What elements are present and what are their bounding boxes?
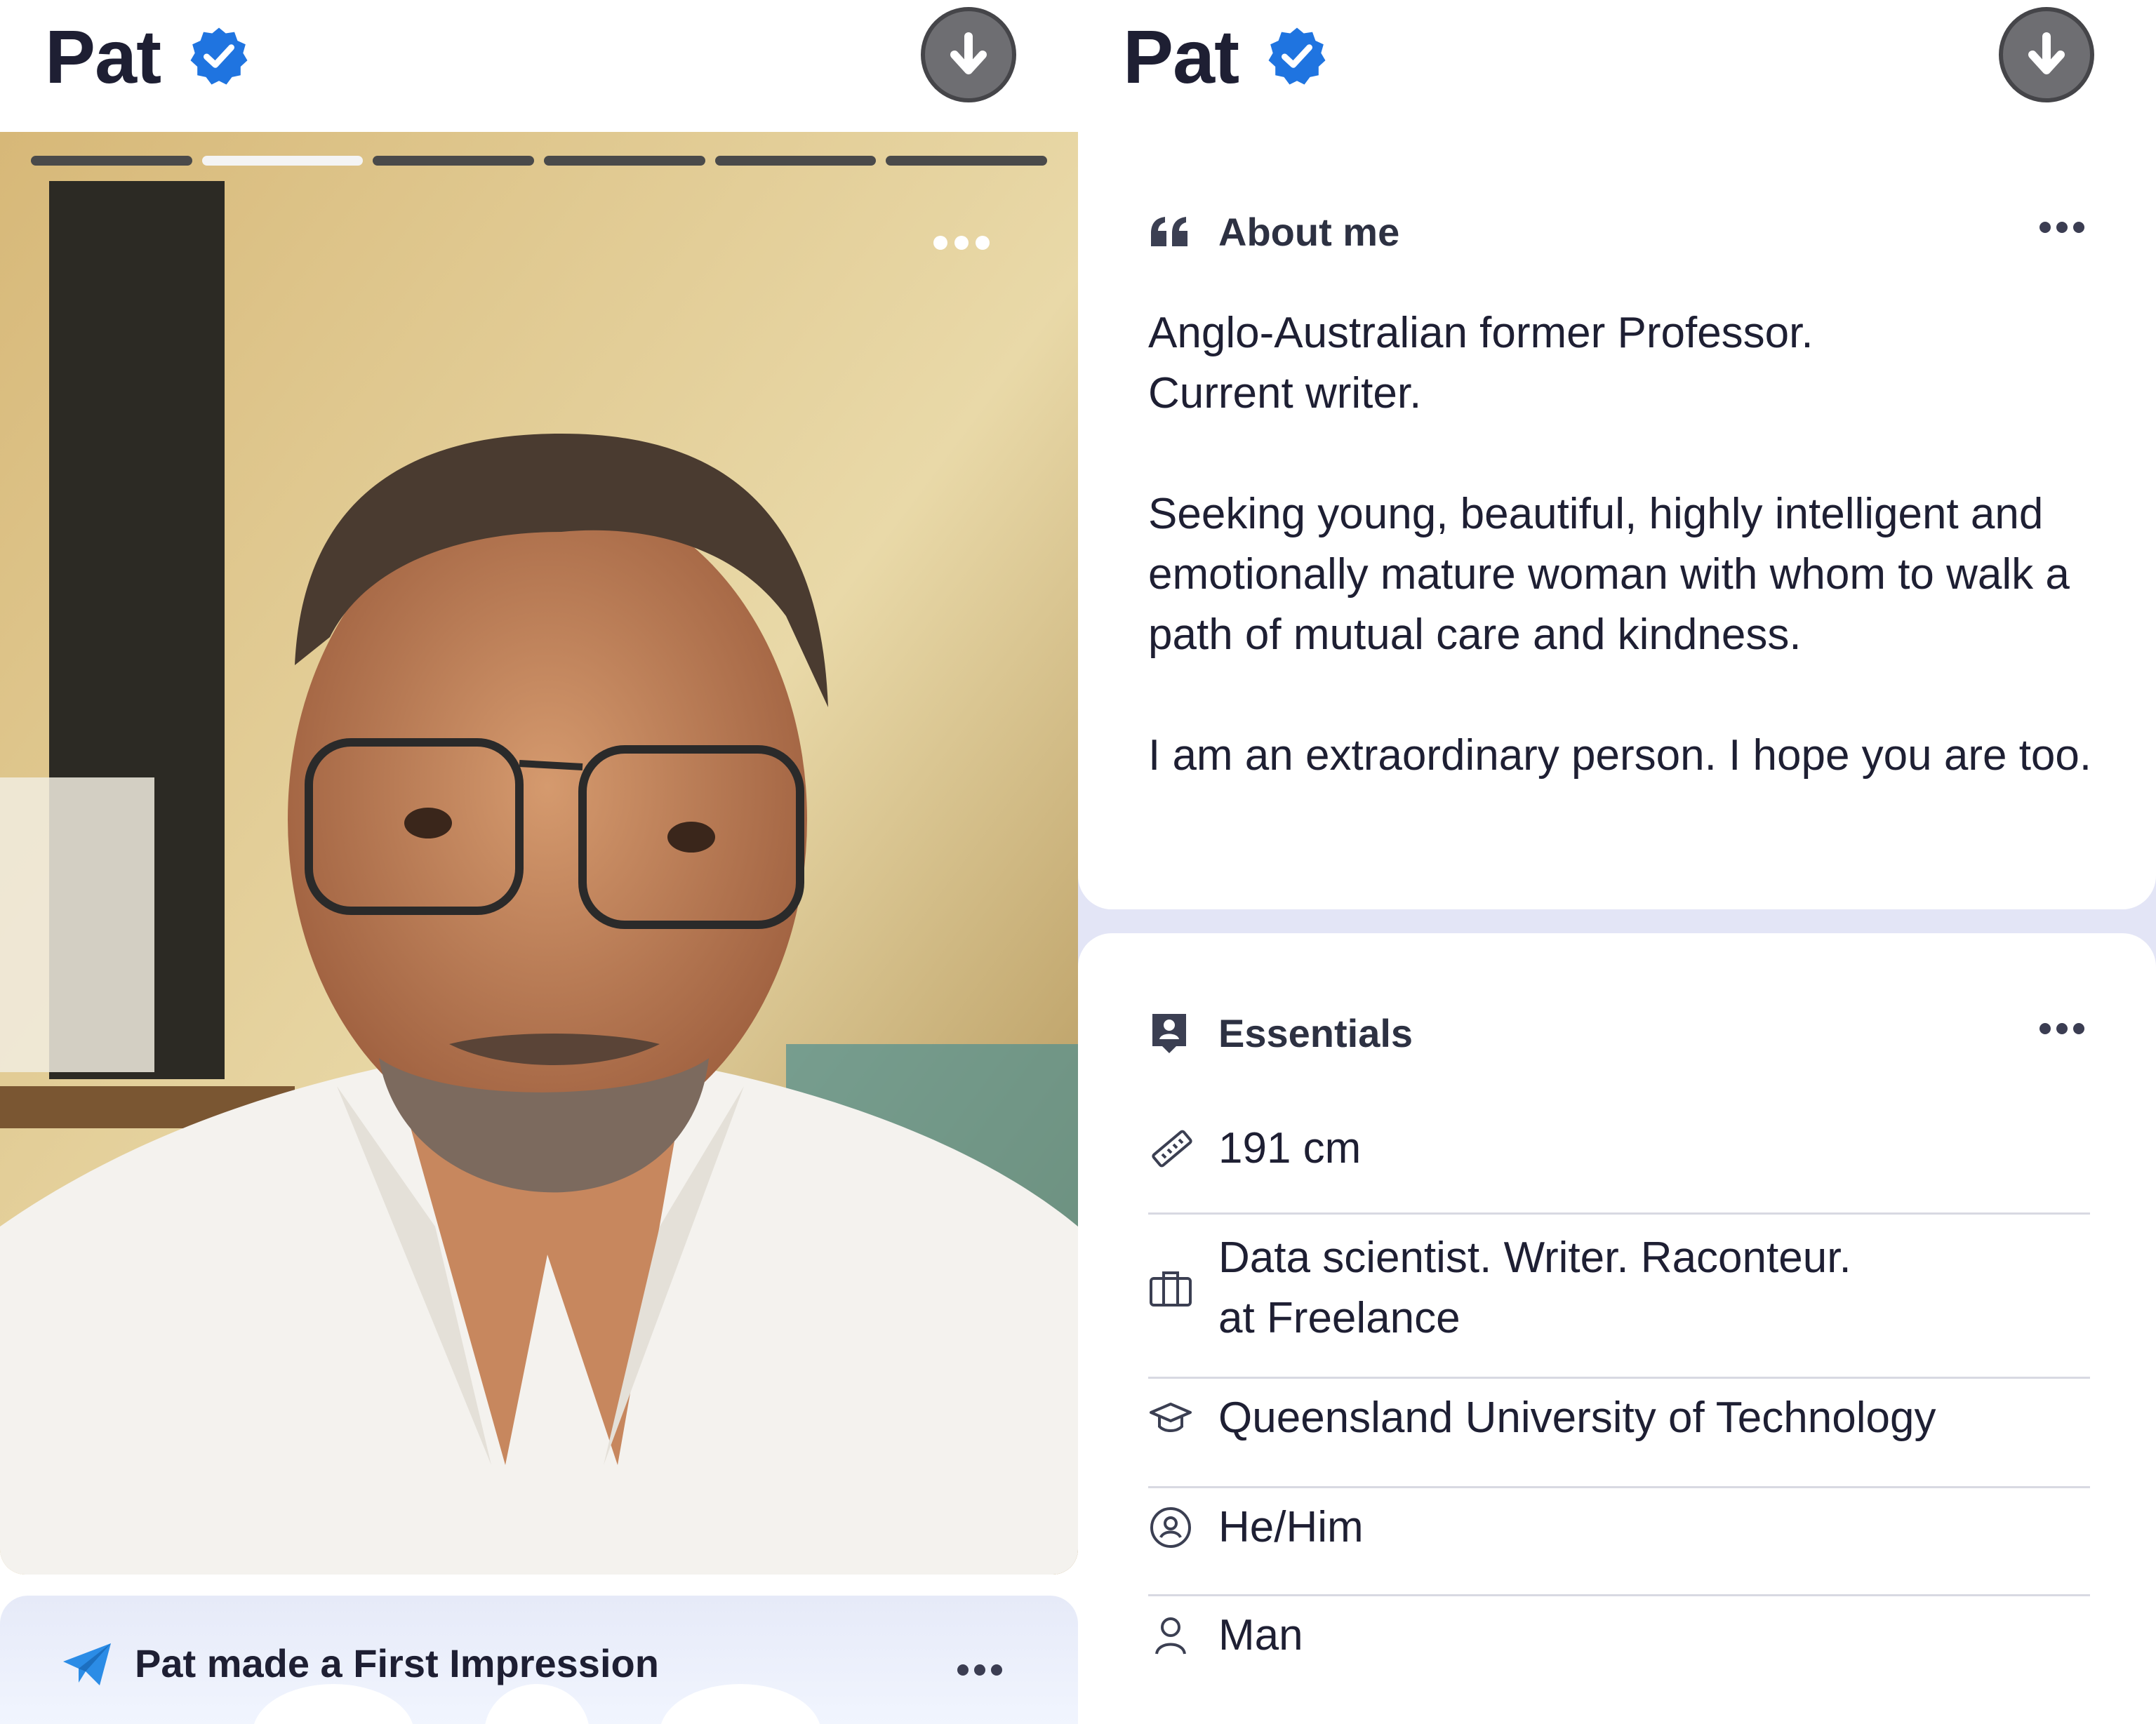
divider [1148,1377,2090,1379]
photo-progress-segment-active[interactable] [201,156,364,166]
essentials-work-row: Data scientist. Writer. Raconteur. at Fr… [1148,1228,2090,1349]
quote-icon [1151,216,1187,246]
graduation-cap-icon [1150,1403,1192,1432]
download-button[interactable] [1999,7,2094,102]
reaction-bubble[interactable] [1345,1684,1506,1724]
verified-badge-icon [1268,27,1326,85]
about-me-title: About me [1218,210,1400,254]
divider [1148,1486,2090,1488]
ruler-icon [1152,1130,1192,1168]
work-title: Data scientist. Writer. Raconteur. [1218,1234,1851,1282]
essentials-education-row: Queensland University of Technology [1148,1388,2090,1448]
about-me-text: Anglo-Australian former Professor. Curre… [1148,309,2092,780]
id-badge-icon [1152,1013,1186,1053]
height-value: 191 cm [1218,1124,1362,1172]
download-icon [950,32,987,74]
work-employer: at Freelance [1218,1294,1460,1342]
divider [1148,1212,2090,1215]
essentials-height-row: 191 cm [1148,1118,2090,1179]
pronoun-icon [1150,1507,1191,1548]
profile-header: Pat [1078,0,2156,132]
photo-progress-indicator [31,156,1048,166]
first-impression-label: Pat made a First Impression [135,1641,659,1685]
profile-header: Pat [0,0,1078,132]
verified-badge-icon [190,27,248,85]
pronouns-value: He/Him [1218,1503,1364,1551]
essentials-card: Essentials 191 cm Data scientist. Writer… [1078,933,2156,1724]
reaction-bubble[interactable] [1576,1691,1682,1724]
essentials-title: Essentials [1218,1011,1413,1055]
education-value: Queensland University of Technology [1218,1394,1936,1442]
profile-name: Pat [45,14,161,99]
first-impression-more-dots-icon[interactable] [957,1664,1002,1676]
person-icon [1155,1617,1186,1655]
profile-photo[interactable] [0,132,1078,1575]
about-me-card: About me Anglo-Australian former Profess… [1078,132,2156,909]
about-me-header: About me [1148,209,1399,255]
photo-progress-segment[interactable] [886,156,1048,166]
about-me-more-dots-icon[interactable] [2039,222,2084,233]
gender-value: Man [1218,1611,1303,1659]
photo-progress-segment[interactable] [31,156,192,166]
download-icon [2028,32,2065,74]
photo-progress-segment[interactable] [544,156,705,166]
profile-photo-pane: Pat Pat made a First Impression [0,0,1078,1724]
download-button[interactable] [921,7,1016,102]
reaction-bubble[interactable] [1752,1684,1913,1724]
paper-plane-icon [63,1643,111,1685]
essentials-more-dots-icon[interactable] [2039,1023,2084,1034]
photo-progress-segment[interactable] [714,156,877,166]
photo-progress-segment[interactable] [373,156,535,166]
briefcase-icon [1150,1271,1192,1307]
portrait-image [0,132,1078,1575]
divider [1148,1594,2090,1596]
photo-more-dots-icon[interactable] [933,236,990,250]
essentials-header: Essentials [1148,1010,1413,1056]
profile-name: Pat [1123,14,1239,99]
essentials-pronouns-row: He/Him [1148,1497,2090,1558]
essentials-gender-row: Man [1148,1605,2090,1666]
profile-details-pane: Pat About me Anglo-Australian former Pro… [1078,0,2156,1724]
